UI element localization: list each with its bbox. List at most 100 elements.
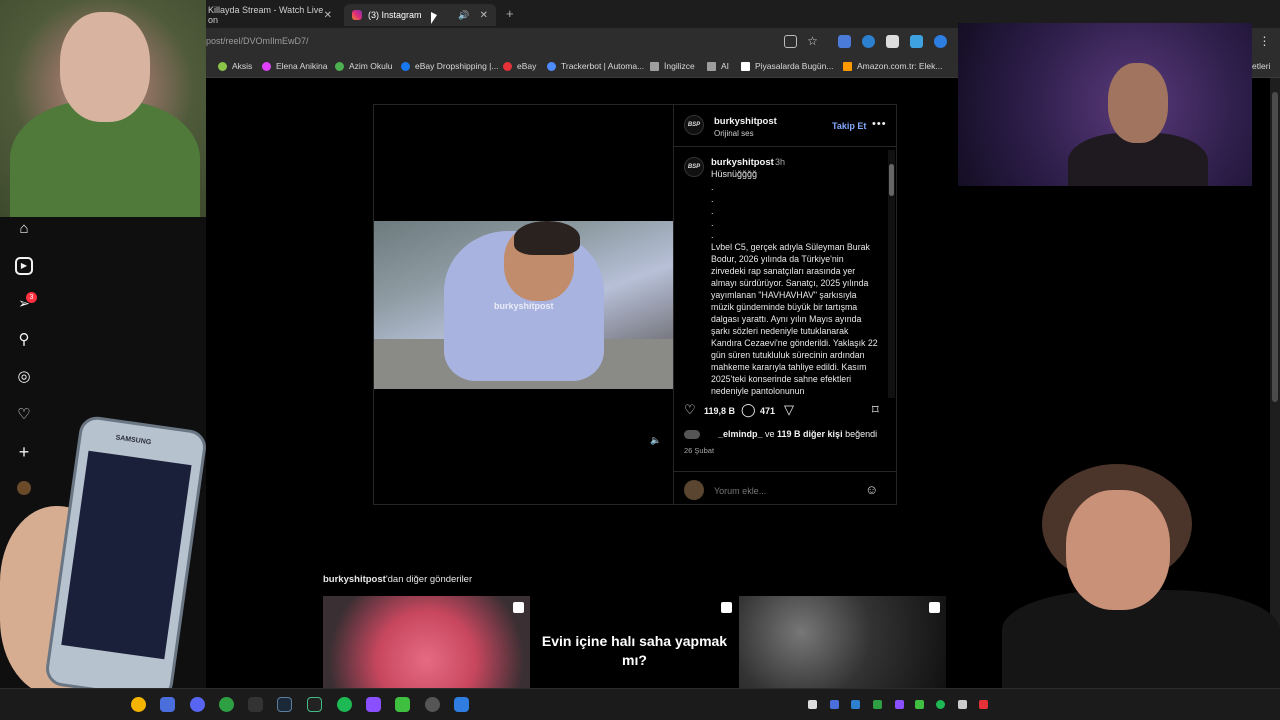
thumbnail-text: Evin içine halı saha yapmak mı? <box>541 633 728 668</box>
search-icon[interactable]: ⚲ <box>15 331 33 349</box>
chrome-icon[interactable] <box>131 697 146 712</box>
caption-author[interactable]: burkyshitpost <box>711 157 774 168</box>
app-icon[interactable] <box>160 697 175 712</box>
mouse-cursor <box>431 12 437 24</box>
emoji-icon[interactable]: ☺ <box>865 482 878 497</box>
bookmark-item[interactable]: Piyasalarda Bugün... <box>741 61 833 71</box>
more-options-icon[interactable]: ••• <box>872 118 887 130</box>
bookmark-folder[interactable]: İngilizce <box>650 61 695 71</box>
bookmark-item[interactable]: Aksis <box>218 61 252 71</box>
reel-icon <box>721 602 732 613</box>
extension-icon[interactable] <box>862 35 875 48</box>
xbox-icon[interactable] <box>219 697 234 712</box>
bookmark-item[interactable]: eBay <box>503 61 536 71</box>
folder-icon <box>650 61 659 71</box>
bookmark-folder[interactable]: AI <box>707 61 729 71</box>
explore-icon[interactable]: ◎ <box>15 368 33 386</box>
folder-icon <box>707 61 716 71</box>
tray-icon[interactable] <box>895 700 904 709</box>
close-icon[interactable]: ✕ <box>324 10 332 21</box>
notification-badge: 3 <box>26 292 37 303</box>
reel-video[interactable]: burkyshitpost 🔈 <box>374 105 673 504</box>
comment-input[interactable] <box>714 486 854 496</box>
bookmarks-overflow[interactable]: etleri <box>1252 61 1270 71</box>
app-icon[interactable] <box>366 697 381 712</box>
app-icon[interactable] <box>307 697 322 712</box>
author-avatar[interactable]: BSP <box>684 115 704 135</box>
liker-avatars <box>684 430 700 440</box>
play-icon[interactable] <box>395 697 410 712</box>
like-icon[interactable]: ♡ <box>684 402 696 418</box>
person-face <box>1108 63 1168 143</box>
video-frame: burkyshitpost <box>374 221 673 389</box>
tray-icon[interactable] <box>958 700 967 709</box>
tray-icon[interactable] <box>830 700 839 709</box>
comment-count[interactable]: 471 <box>760 406 775 416</box>
app-icon[interactable] <box>425 697 440 712</box>
comment-icon[interactable]: ◯ <box>741 402 756 418</box>
bookmark-label: Trackerbot | Automa... <box>561 61 645 71</box>
tab-killayda-stream[interactable]: Killayda Stream - Watch Live on ✕ <box>200 4 340 26</box>
url-field[interactable]: post/reel/DVOmIlmEwD7/ <box>206 36 309 46</box>
post-thumbnail[interactable]: Evin içine halı saha yapmak mı? <box>531 596 738 688</box>
extension-icon[interactable] <box>886 35 899 48</box>
app-icon[interactable] <box>454 697 469 712</box>
post-thumbnail[interactable] <box>323 596 530 688</box>
star-icon[interactable]: ☆ <box>806 35 819 48</box>
caption-scrollbar[interactable] <box>888 150 895 398</box>
share-icon[interactable]: ▽ <box>784 402 794 418</box>
tray-icon[interactable] <box>808 700 817 709</box>
caption-time: 3h <box>775 157 786 167</box>
mute-icon[interactable]: 🔈 <box>650 435 661 446</box>
home-icon[interactable]: ⌂ <box>15 220 33 238</box>
tray-icon[interactable] <box>873 700 882 709</box>
tray-icon[interactable] <box>936 700 945 709</box>
tray-icon[interactable] <box>979 700 988 709</box>
tray-icon[interactable] <box>915 700 924 709</box>
caption-area: BSP burkyshitpost 3h Hüsnüğğğğ . . . . .… <box>674 153 897 397</box>
liker-others[interactable]: 119 B diğer kişi <box>777 429 843 439</box>
save-icon[interactable]: ⌑ <box>872 402 879 418</box>
audio-label[interactable]: Orijinal ses <box>714 129 754 138</box>
discord-icon[interactable] <box>190 697 205 712</box>
bookmark-item[interactable]: Amazon.com.tr: Elek... <box>843 61 943 71</box>
close-icon[interactable]: ✕ <box>480 10 488 21</box>
steam-icon[interactable] <box>277 697 292 712</box>
extension-icon[interactable] <box>934 35 947 48</box>
post-date: 26 Şubat <box>684 446 715 455</box>
like-count[interactable]: 119,8 B <box>704 406 735 416</box>
extension-icon[interactable] <box>910 35 923 48</box>
speaker-icon[interactable]: 🔊 <box>458 10 469 21</box>
bookmark-item[interactable]: Elena Anikina <box>262 61 328 71</box>
person-face <box>60 12 150 122</box>
translate-icon[interactable] <box>838 35 851 48</box>
bookmark-item[interactable]: Azim Okulu <box>335 61 392 71</box>
caption-avatar[interactable]: BSP <box>684 157 704 177</box>
caption-text: Lvbel C5, gerçek adıyla Süleyman Burak B… <box>711 242 878 396</box>
scrollbar-thumb[interactable] <box>889 164 894 196</box>
bookmark-icon <box>218 61 227 71</box>
tray-icon[interactable] <box>851 700 860 709</box>
bookmark-icon <box>335 61 344 71</box>
cast-icon[interactable] <box>784 35 797 48</box>
bookmark-item[interactable]: Trackerbot | Automa... <box>547 61 644 71</box>
spotify-icon[interactable] <box>337 697 352 712</box>
scrollbar-thumb[interactable] <box>1272 92 1278 402</box>
reels-icon[interactable]: ▶ <box>15 257 33 275</box>
new-tab-button[interactable]: + <box>506 6 514 21</box>
follow-button[interactable]: Takip Et <box>832 121 866 131</box>
liker-name[interactable]: _elmindp_ <box>718 429 763 439</box>
video-person-hair <box>514 221 580 255</box>
phone: SAMSUNG <box>43 416 209 698</box>
author-name[interactable]: burkyshitpost <box>714 116 777 127</box>
more-posts-author[interactable]: burkyshitpost <box>323 574 386 585</box>
menu-icon[interactable]: ⋮ <box>1258 35 1271 48</box>
post-header: BSP burkyshitpost Orijinal ses Takip Et … <box>674 105 897 147</box>
liked-by-conjunction: ve <box>762 429 778 439</box>
tab-label: (3) Instagram <box>368 10 422 20</box>
post-thumbnail[interactable] <box>739 596 946 688</box>
tab-instagram[interactable]: (3) Instagram 🔊 ✕ <box>344 4 496 26</box>
epic-games-icon[interactable] <box>248 697 263 712</box>
bookmark-icon <box>503 61 512 71</box>
bookmark-item[interactable]: eBay Dropshipping |... <box>401 61 498 71</box>
